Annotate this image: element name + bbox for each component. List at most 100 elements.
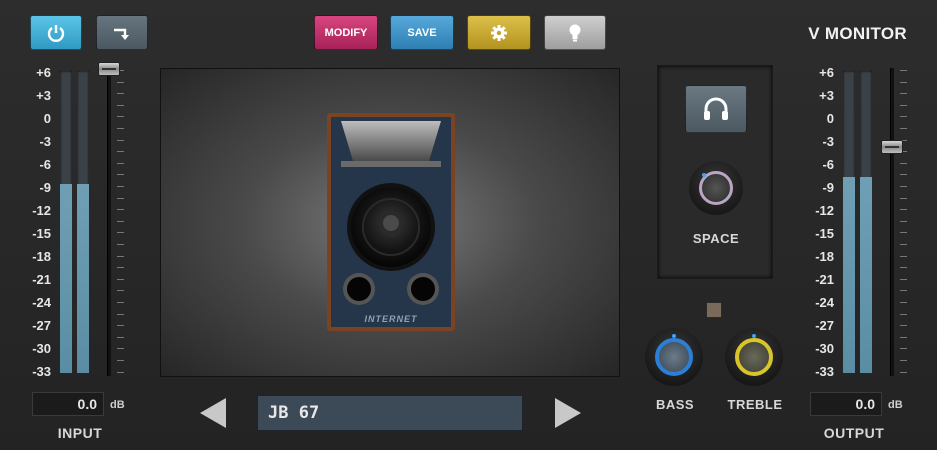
fader-tick <box>900 232 907 234</box>
fader-tick <box>117 220 124 222</box>
fader-tick <box>117 255 124 257</box>
meter-scale-label: 0 <box>826 111 834 126</box>
next-preset-button[interactable] <box>555 398 581 428</box>
input-meter-right <box>77 71 89 373</box>
fader-tick <box>117 197 124 199</box>
fader-tick <box>900 174 907 176</box>
save-button[interactable]: SAVE <box>390 15 454 50</box>
fader-tick <box>117 313 124 315</box>
fader-tick <box>900 186 907 187</box>
fader-tick <box>900 209 907 211</box>
space-label: SPACE <box>692 231 740 246</box>
output-gain-field[interactable]: 0.0 <box>810 392 882 416</box>
input-unit: dB <box>110 399 125 411</box>
output-unit: dB <box>888 399 903 411</box>
input-gain-field[interactable]: 0.0 <box>32 392 104 416</box>
fader-tick <box>117 325 124 327</box>
power-icon <box>47 24 65 42</box>
meter-scale-label: -18 <box>32 249 51 264</box>
output-fader-handle[interactable] <box>881 140 903 154</box>
fader-tick <box>900 81 907 83</box>
fader-tick <box>117 360 124 361</box>
fader-tick <box>117 162 124 164</box>
meter-scale-label: -3 <box>822 134 834 149</box>
fader-tick <box>117 209 124 211</box>
fader-tick <box>117 104 124 106</box>
fader-tick <box>900 267 907 269</box>
fader-tick <box>117 232 124 234</box>
bass-knob-indicator <box>672 334 676 338</box>
space-knob[interactable] <box>689 161 743 215</box>
speaker-display: INTERNET <box>160 68 620 377</box>
headphones-icon <box>704 97 728 120</box>
lightbulb-icon <box>569 24 581 41</box>
meter-scale-label: 0 <box>43 111 51 126</box>
fader-tick <box>900 104 907 106</box>
meter-scale-label: -30 <box>815 341 834 356</box>
input-fader-ticks <box>117 70 125 375</box>
bypass-button[interactable] <box>96 15 148 50</box>
fader-tick <box>117 151 124 153</box>
power-button[interactable] <box>30 15 82 50</box>
fader-tick <box>900 255 907 257</box>
fader-tick <box>900 197 907 199</box>
meter-scale-label: -12 <box>815 203 834 218</box>
space-panel: SPACE <box>657 65 773 279</box>
meter-scale-label: -6 <box>39 157 51 172</box>
fader-tick <box>900 313 907 315</box>
prev-preset-button[interactable] <box>200 398 226 428</box>
meter-scale-label: -3 <box>39 134 51 149</box>
fader-tick <box>900 116 907 118</box>
input-fader-track[interactable] <box>107 68 111 376</box>
meter-scale-label: -30 <box>32 341 51 356</box>
fader-tick <box>900 371 907 373</box>
fader-tick <box>117 267 124 269</box>
light-button[interactable] <box>544 15 606 50</box>
input-meter-scale: +6 +3 0 -3 -6 -9 -12 -15 -18 -21 -24 -27 -30 -33 <box>15 65 51 380</box>
fader-tick <box>900 348 907 350</box>
output-fader-track[interactable] <box>890 68 894 376</box>
meter-scale-label: -33 <box>32 364 51 379</box>
fader-tick <box>900 93 907 95</box>
link-toggle[interactable] <box>706 302 722 318</box>
meter-scale-label: -24 <box>815 295 834 310</box>
input-label: INPUT <box>57 425 103 441</box>
input-fader-handle[interactable] <box>98 62 120 76</box>
fader-tick <box>900 336 907 338</box>
treble-knob-ring <box>735 338 773 376</box>
preset-name-field[interactable]: JB 67 <box>257 395 523 431</box>
fader-tick <box>117 174 124 176</box>
modify-button[interactable]: MODIFY <box>314 15 378 50</box>
fader-tick <box>117 139 124 141</box>
meter-scale-label: -33 <box>815 364 834 379</box>
output-meter-scale: +6 +3 0 -3 -6 -9 -12 -15 -18 -21 -24 -27 -30 -33 <box>798 65 834 380</box>
headphones-button[interactable] <box>685 85 747 133</box>
output-meter-right <box>860 71 872 373</box>
bypass-arrow-icon <box>114 28 129 40</box>
fader-tick <box>900 360 907 361</box>
settings-button[interactable] <box>467 15 531 50</box>
meter-scale-label: -24 <box>32 295 51 310</box>
fader-tick <box>900 70 907 71</box>
meter-scale-label: -27 <box>815 318 834 333</box>
treble-knob[interactable] <box>725 328 783 386</box>
meter-scale-label: -9 <box>822 180 834 195</box>
meter-scale-label: +6 <box>36 65 51 80</box>
output-fader-ticks <box>900 70 908 375</box>
speaker-brand: INTERNET <box>364 314 418 324</box>
meter-scale-label: +3 <box>36 88 51 103</box>
fader-tick <box>117 336 124 338</box>
fader-tick <box>117 128 124 129</box>
fader-tick <box>900 244 907 245</box>
fader-tick <box>117 186 124 187</box>
plugin-window: MODIFY SAVE V MONITOR +6 +3 0 -3 -6 -9 -12 -15 -… <box>0 0 937 450</box>
meter-scale-label: -9 <box>39 180 51 195</box>
fader-tick <box>117 348 124 350</box>
meter-scale-label: -18 <box>815 249 834 264</box>
output-meter-left <box>843 71 855 373</box>
fader-tick <box>900 302 907 303</box>
speaker-cabinet-image <box>327 113 455 331</box>
fader-tick <box>900 290 907 292</box>
meter-scale-label: -6 <box>822 157 834 172</box>
bass-knob[interactable] <box>645 328 703 386</box>
